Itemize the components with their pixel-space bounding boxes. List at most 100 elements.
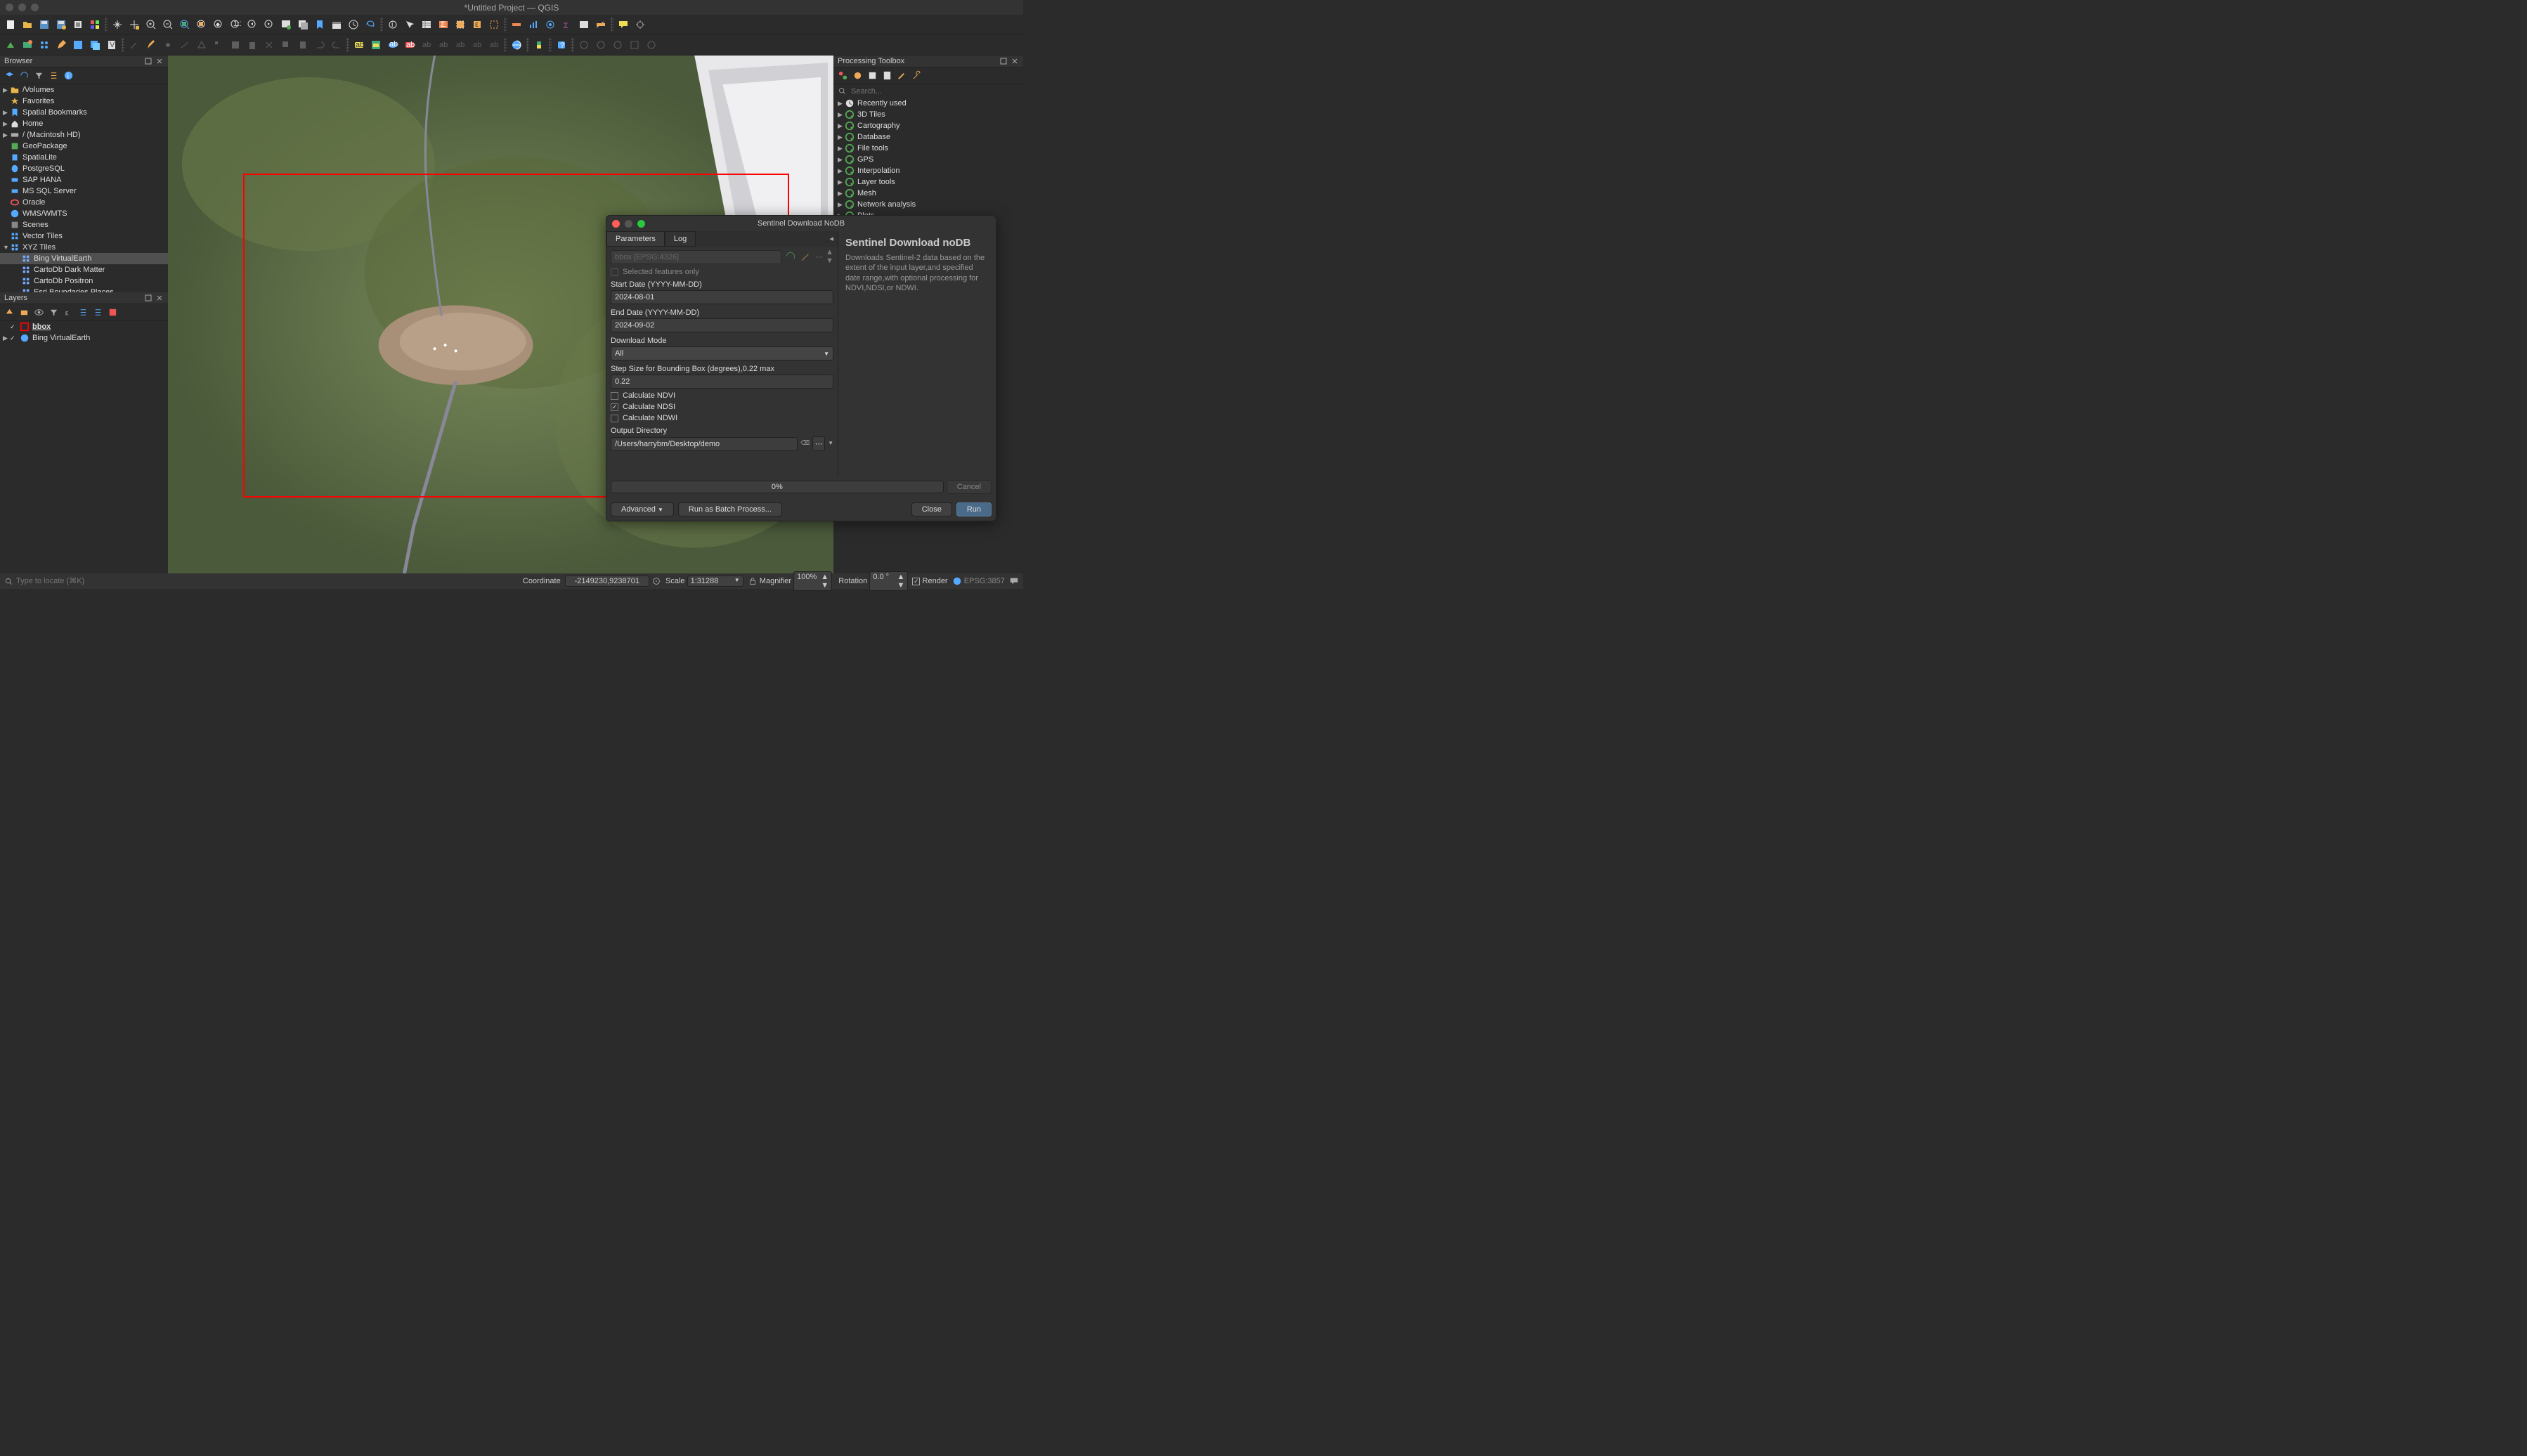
traffic-min-icon[interactable]	[18, 4, 26, 11]
redo-icon[interactable]	[329, 37, 344, 53]
rotate-label-icon[interactable]: ab	[436, 37, 451, 53]
processing-item[interactable]: ▶Layer tools	[833, 176, 1023, 188]
start-date-input[interactable]	[611, 290, 833, 304]
layers-tree[interactable]: ✓bbox▶✓Bing VirtualEarth	[0, 321, 168, 580]
select-file-icon[interactable]	[800, 250, 812, 263]
crs-label[interactable]: EPSG:3857	[964, 577, 1005, 585]
help-icon[interactable]: ?	[554, 37, 569, 53]
scale-combo[interactable]: 1:31288▼	[687, 576, 743, 587]
run-button[interactable]: Run	[956, 502, 992, 516]
label-abc3-icon[interactable]: abc	[402, 37, 417, 53]
add-vector-icon[interactable]	[3, 37, 18, 53]
dialog-max-icon[interactable]	[637, 220, 645, 228]
processing-item[interactable]: ▶Network analysis	[833, 199, 1023, 210]
field-calc-icon[interactable]: Σ	[436, 17, 451, 32]
browser-item[interactable]: WMS/WMTS	[0, 208, 168, 219]
add-line-icon[interactable]	[177, 37, 193, 53]
zoom-native-icon[interactable]: 1:1	[228, 17, 243, 32]
browser-tree[interactable]: ▶/VolumesFavorites▶Spatial Bookmarks▶Hom…	[0, 84, 168, 292]
dialog-min-icon[interactable]	[625, 220, 632, 228]
edit-in-place-icon[interactable]	[882, 70, 892, 81]
add-raster-icon[interactable]	[20, 37, 35, 53]
modify-attr-icon[interactable]	[228, 37, 243, 53]
browser-item[interactable]: Scenes	[0, 219, 168, 230]
label-abc-icon[interactable]: abc	[351, 37, 367, 53]
processing-icon[interactable]	[543, 17, 558, 32]
python-icon[interactable]	[531, 37, 547, 53]
pan-icon[interactable]	[110, 17, 125, 32]
results-icon[interactable]	[867, 70, 878, 81]
refresh-icon[interactable]	[363, 17, 378, 32]
processing-item[interactable]: ▶Cartography	[833, 120, 1023, 131]
wrench-icon[interactable]	[911, 70, 922, 81]
ndwi-checkbox[interactable]	[611, 415, 618, 422]
pencil-icon[interactable]	[143, 37, 159, 53]
add-layer-icon[interactable]	[4, 70, 15, 81]
tab-parameters[interactable]: Parameters	[606, 231, 665, 247]
new-project-icon[interactable]	[3, 17, 18, 32]
toggle-edit-icon[interactable]	[53, 37, 69, 53]
no-action2-icon[interactable]	[593, 37, 609, 53]
close-proc-icon[interactable]	[1011, 57, 1019, 65]
add-mesh-icon[interactable]	[37, 37, 52, 53]
add-group-icon[interactable]	[19, 307, 30, 318]
save-all-edits-icon[interactable]	[87, 37, 103, 53]
close-layers-icon[interactable]	[155, 294, 164, 302]
zoom-layer-icon[interactable]	[211, 17, 226, 32]
processing-search-input[interactable]	[851, 87, 1019, 96]
attributes-icon[interactable]	[419, 17, 434, 32]
undock-layers-icon[interactable]	[144, 294, 152, 302]
ndsi-checkbox[interactable]: ✓	[611, 403, 618, 411]
browser-item[interactable]: Oracle	[0, 197, 168, 208]
maptips-icon[interactable]	[616, 17, 631, 32]
browser-item[interactable]: Esri Boundaries Places	[0, 287, 168, 292]
stats-icon[interactable]	[526, 17, 541, 32]
paste-icon[interactable]	[295, 37, 311, 53]
add-poly-icon[interactable]	[194, 37, 209, 53]
outdir-dropdown-icon[interactable]: ▼	[828, 440, 833, 446]
browser-item[interactable]: Vector Tiles	[0, 230, 168, 242]
messages-icon[interactable]	[1009, 576, 1019, 586]
no-action3-icon[interactable]	[610, 37, 625, 53]
render-checkbox[interactable]: ✓	[912, 578, 920, 585]
undock-icon[interactable]	[144, 57, 152, 65]
zoom-selection-icon[interactable]	[194, 17, 209, 32]
crs-icon[interactable]	[952, 576, 962, 586]
delete-selected-icon[interactable]	[245, 37, 260, 53]
iterate-icon[interactable]	[784, 250, 797, 263]
new-map-view-icon[interactable]	[278, 17, 294, 32]
browser-item[interactable]: ▶Spatial Bookmarks	[0, 107, 168, 118]
remove-layer-icon[interactable]	[108, 307, 118, 318]
visibility-icon[interactable]	[34, 307, 44, 318]
outdir-input[interactable]	[611, 437, 798, 451]
undock-proc-icon[interactable]	[999, 57, 1008, 65]
select-value-icon[interactable]: ε	[469, 17, 485, 32]
add-point-icon[interactable]	[160, 37, 176, 53]
browser-item[interactable]: CartoDb Positron	[0, 275, 168, 287]
close-panel-icon[interactable]	[155, 57, 164, 65]
filter-layers-icon[interactable]	[48, 307, 59, 318]
coord-toggle-icon[interactable]	[651, 576, 661, 586]
zoom-last-icon[interactable]	[245, 17, 260, 32]
style-manager-icon[interactable]	[87, 17, 103, 32]
traffic-close-icon[interactable]	[6, 4, 13, 11]
attributes-toolbar-icon[interactable]	[576, 17, 592, 32]
browser-item[interactable]: CartoDb Dark Matter	[0, 264, 168, 275]
browser-item[interactable]: GeoPackage	[0, 141, 168, 152]
zoom-next-icon[interactable]	[261, 17, 277, 32]
dialog-close-icon[interactable]	[612, 220, 620, 228]
processing-item[interactable]: ▶GPS	[833, 154, 1023, 165]
layer-item[interactable]: ✓bbox	[0, 321, 168, 332]
zoom-out-icon[interactable]	[160, 17, 176, 32]
mode-select[interactable]: All▼	[611, 346, 833, 360]
end-date-input[interactable]	[611, 318, 833, 332]
browser-item[interactable]: Bing VirtualEarth	[0, 253, 168, 264]
copy-icon[interactable]	[278, 37, 294, 53]
properties-icon[interactable]: i	[63, 70, 74, 81]
expand-all-icon[interactable]	[78, 307, 89, 318]
layer-item[interactable]: ▶✓Bing VirtualEarth	[0, 332, 168, 344]
layer-more-icon[interactable]: ⋯	[815, 252, 823, 261]
no-action5-icon[interactable]	[644, 37, 659, 53]
cut-icon[interactable]	[261, 37, 277, 53]
browser-item[interactable]: SpatiaLite	[0, 152, 168, 163]
